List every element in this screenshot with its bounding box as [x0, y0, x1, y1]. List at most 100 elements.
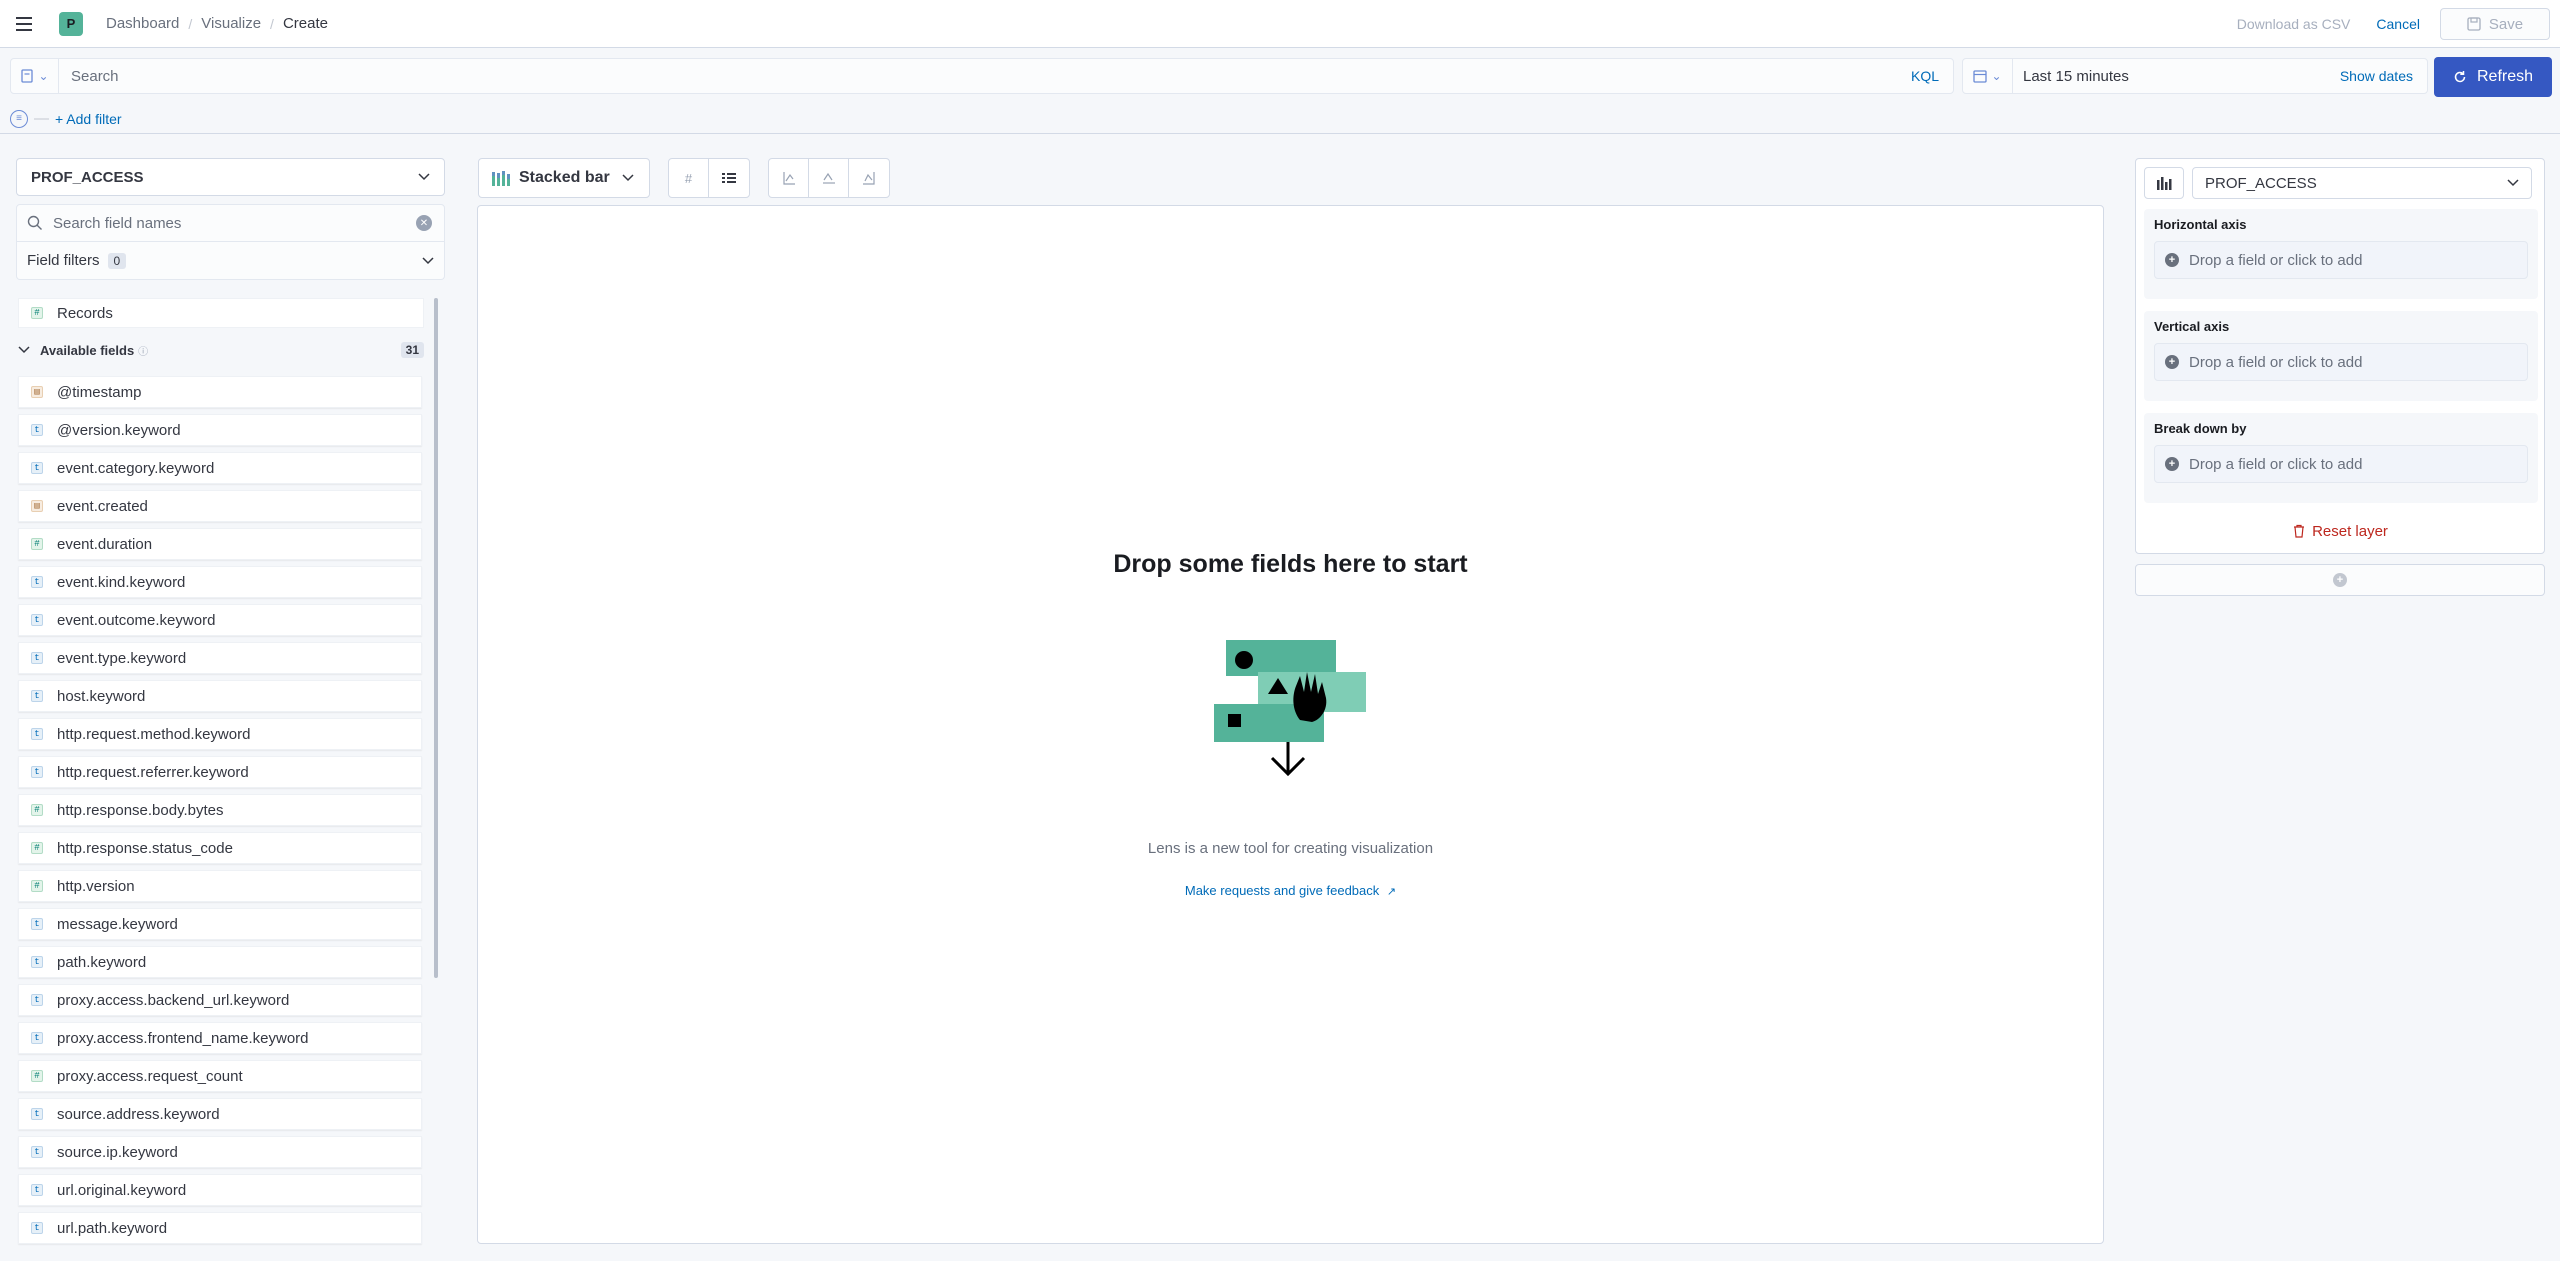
field-list-panel: PROF_ACCESS ✕ Field filters 0 # Records … — [0, 142, 448, 1261]
search-bar: ⌄ KQL — [10, 58, 1954, 94]
string-type-icon: t — [31, 576, 43, 588]
chevron-down-icon — [18, 346, 30, 354]
add-filter-button[interactable]: + Add filter — [55, 111, 122, 127]
field-item[interactable]: # http.version — [18, 870, 422, 902]
layer-index-select[interactable]: PROF_ACCESS — [2192, 167, 2532, 199]
field-item[interactable]: # http.response.status_code — [18, 832, 422, 864]
bottom-axis-button[interactable] — [809, 159, 849, 197]
legend-button[interactable] — [709, 159, 749, 197]
feedback-link[interactable]: Make requests and give feedback ↗ — [477, 883, 2104, 898]
horizontal-axis-drop-button[interactable]: + Drop a field or click to add — [2154, 241, 2528, 279]
field-item[interactable]: t url.original.keyword — [18, 1174, 422, 1206]
save-button[interactable]: Save — [2440, 8, 2550, 40]
download-csv-link[interactable]: Download as CSV — [2237, 16, 2351, 32]
field-item[interactable]: t event.kind.keyword — [18, 566, 422, 598]
field-name: http.response.body.bytes — [57, 801, 224, 819]
field-item[interactable]: t host.keyword — [18, 680, 422, 712]
layer-type-button[interactable] — [2144, 167, 2184, 199]
saved-query-button[interactable]: ⌄ — [11, 59, 59, 93]
available-fields-list: ▤ @timestamp t @version.keyword t event.categ… — [18, 376, 422, 1250]
field-item[interactable]: t event.category.keyword — [18, 452, 422, 484]
value-labels-button[interactable]: # — [669, 159, 709, 197]
menu-toggle-button[interactable] — [0, 0, 48, 48]
string-type-icon: t — [31, 1108, 43, 1120]
number-type-icon: # — [31, 1070, 43, 1082]
field-list-scrollbar[interactable] — [434, 298, 438, 978]
field-item[interactable]: # proxy.access.request_count — [18, 1060, 422, 1092]
refresh-button[interactable]: Refresh — [2434, 57, 2552, 97]
axis-bottom-icon — [822, 172, 835, 184]
plus-circle-icon: + — [2333, 573, 2347, 587]
field-item[interactable]: t url.path.keyword — [18, 1212, 422, 1244]
field-item[interactable]: t message.keyword — [18, 908, 422, 940]
date-type-icon: ▤ — [31, 386, 43, 398]
field-name: url.path.keyword — [57, 1219, 168, 1237]
calendar-icon — [1973, 70, 1988, 83]
field-name: event.created — [57, 497, 148, 515]
field-name: message.keyword — [57, 915, 178, 933]
available-fields-header[interactable]: Available fields ⓘ 31 — [18, 340, 424, 360]
save-label: Save — [2488, 15, 2524, 33]
legend-icon — [722, 173, 736, 183]
search-input[interactable] — [59, 67, 1911, 85]
field-item[interactable]: # http.response.body.bytes — [18, 794, 422, 826]
plus-circle-icon: + — [2165, 457, 2179, 471]
field-name: http.version — [57, 877, 135, 895]
field-item[interactable]: t http.request.referrer.keyword — [18, 756, 422, 788]
field-item[interactable]: t source.address.keyword — [18, 1098, 422, 1130]
filter-bar: ≡ — + Add filter — [0, 104, 2560, 134]
breadcrumb-visualize[interactable]: Visualize — [201, 15, 261, 32]
left-axis-button[interactable] — [769, 159, 809, 197]
kql-toggle[interactable]: KQL — [1911, 68, 1939, 84]
string-type-icon: t — [31, 462, 43, 474]
field-name: http.request.referrer.keyword — [57, 763, 249, 781]
records-field[interactable]: # Records — [18, 298, 424, 328]
cancel-link[interactable]: Cancel — [2376, 16, 2420, 32]
chart-type-switcher[interactable]: Stacked bar — [478, 158, 650, 198]
break-down-drop-button[interactable]: + Drop a field or click to add — [2154, 445, 2528, 483]
show-dates-link[interactable]: Show dates — [2340, 68, 2413, 84]
field-filters-button[interactable]: Field filters 0 — [16, 242, 445, 280]
vertical-axis-label: Vertical axis — [2154, 319, 2230, 334]
space-avatar[interactable]: P — [59, 11, 83, 36]
string-type-icon: t — [31, 956, 43, 968]
stacked-bar-chart-icon — [492, 171, 510, 186]
field-item[interactable]: t proxy.access.frontend_name.keyword — [18, 1022, 422, 1054]
vertical-axis-dimension: Vertical axis + Drop a field or click to… — [2144, 311, 2538, 401]
chevron-down-icon: ⌄ — [1991, 69, 2002, 83]
reset-layer-label: Reset layer — [2312, 523, 2388, 540]
info-icon: ⓘ — [138, 346, 149, 358]
filter-options-icon[interactable]: ≡ — [10, 109, 28, 128]
reset-layer-button[interactable]: Reset layer — [2136, 523, 2544, 540]
field-item[interactable]: # event.duration — [18, 528, 422, 560]
field-item[interactable]: t path.keyword — [18, 946, 422, 978]
index-pattern-select[interactable]: PROF_ACCESS — [16, 158, 445, 196]
field-item[interactable]: t event.outcome.keyword — [18, 604, 422, 636]
drop-placeholder: Drop a field or click to add — [2189, 353, 2363, 371]
field-name: proxy.access.backend_url.keyword — [57, 991, 290, 1009]
clear-search-icon[interactable]: ✕ — [416, 215, 432, 231]
breadcrumb-dashboard[interactable]: Dashboard — [106, 15, 179, 32]
quick-menu-button[interactable]: ⌄ — [1963, 59, 2013, 93]
field-item[interactable]: t proxy.access.backend_url.keyword — [18, 984, 422, 1016]
drop-placeholder: Drop a field or click to add — [2189, 251, 2363, 269]
field-item[interactable]: t http.request.method.keyword — [18, 718, 422, 750]
time-range-value[interactable]: Last 15 minutes — [2023, 68, 2340, 85]
trash-icon — [2294, 524, 2305, 538]
string-type-icon: t — [31, 1032, 43, 1044]
date-picker: ⌄ Last 15 minutes Show dates — [1962, 58, 2428, 94]
date-type-icon: ▤ — [31, 500, 43, 512]
field-item[interactable]: t source.ip.keyword — [18, 1136, 422, 1168]
field-item[interactable]: ▤ event.created — [18, 490, 422, 522]
field-item[interactable]: t event.type.keyword — [18, 642, 422, 674]
field-name: url.original.keyword — [57, 1181, 187, 1199]
field-filters-count: 0 — [107, 252, 127, 269]
field-item[interactable]: ▤ @timestamp — [18, 376, 422, 408]
layer-header: PROF_ACCESS — [2144, 167, 2532, 199]
vertical-axis-drop-button[interactable]: + Drop a field or click to add — [2154, 343, 2528, 381]
field-name: event.type.keyword — [57, 649, 187, 667]
field-search-input[interactable] — [53, 214, 416, 232]
field-item[interactable]: t @version.keyword — [18, 414, 422, 446]
add-layer-button[interactable]: + — [2135, 564, 2545, 596]
right-axis-button[interactable] — [849, 159, 889, 197]
